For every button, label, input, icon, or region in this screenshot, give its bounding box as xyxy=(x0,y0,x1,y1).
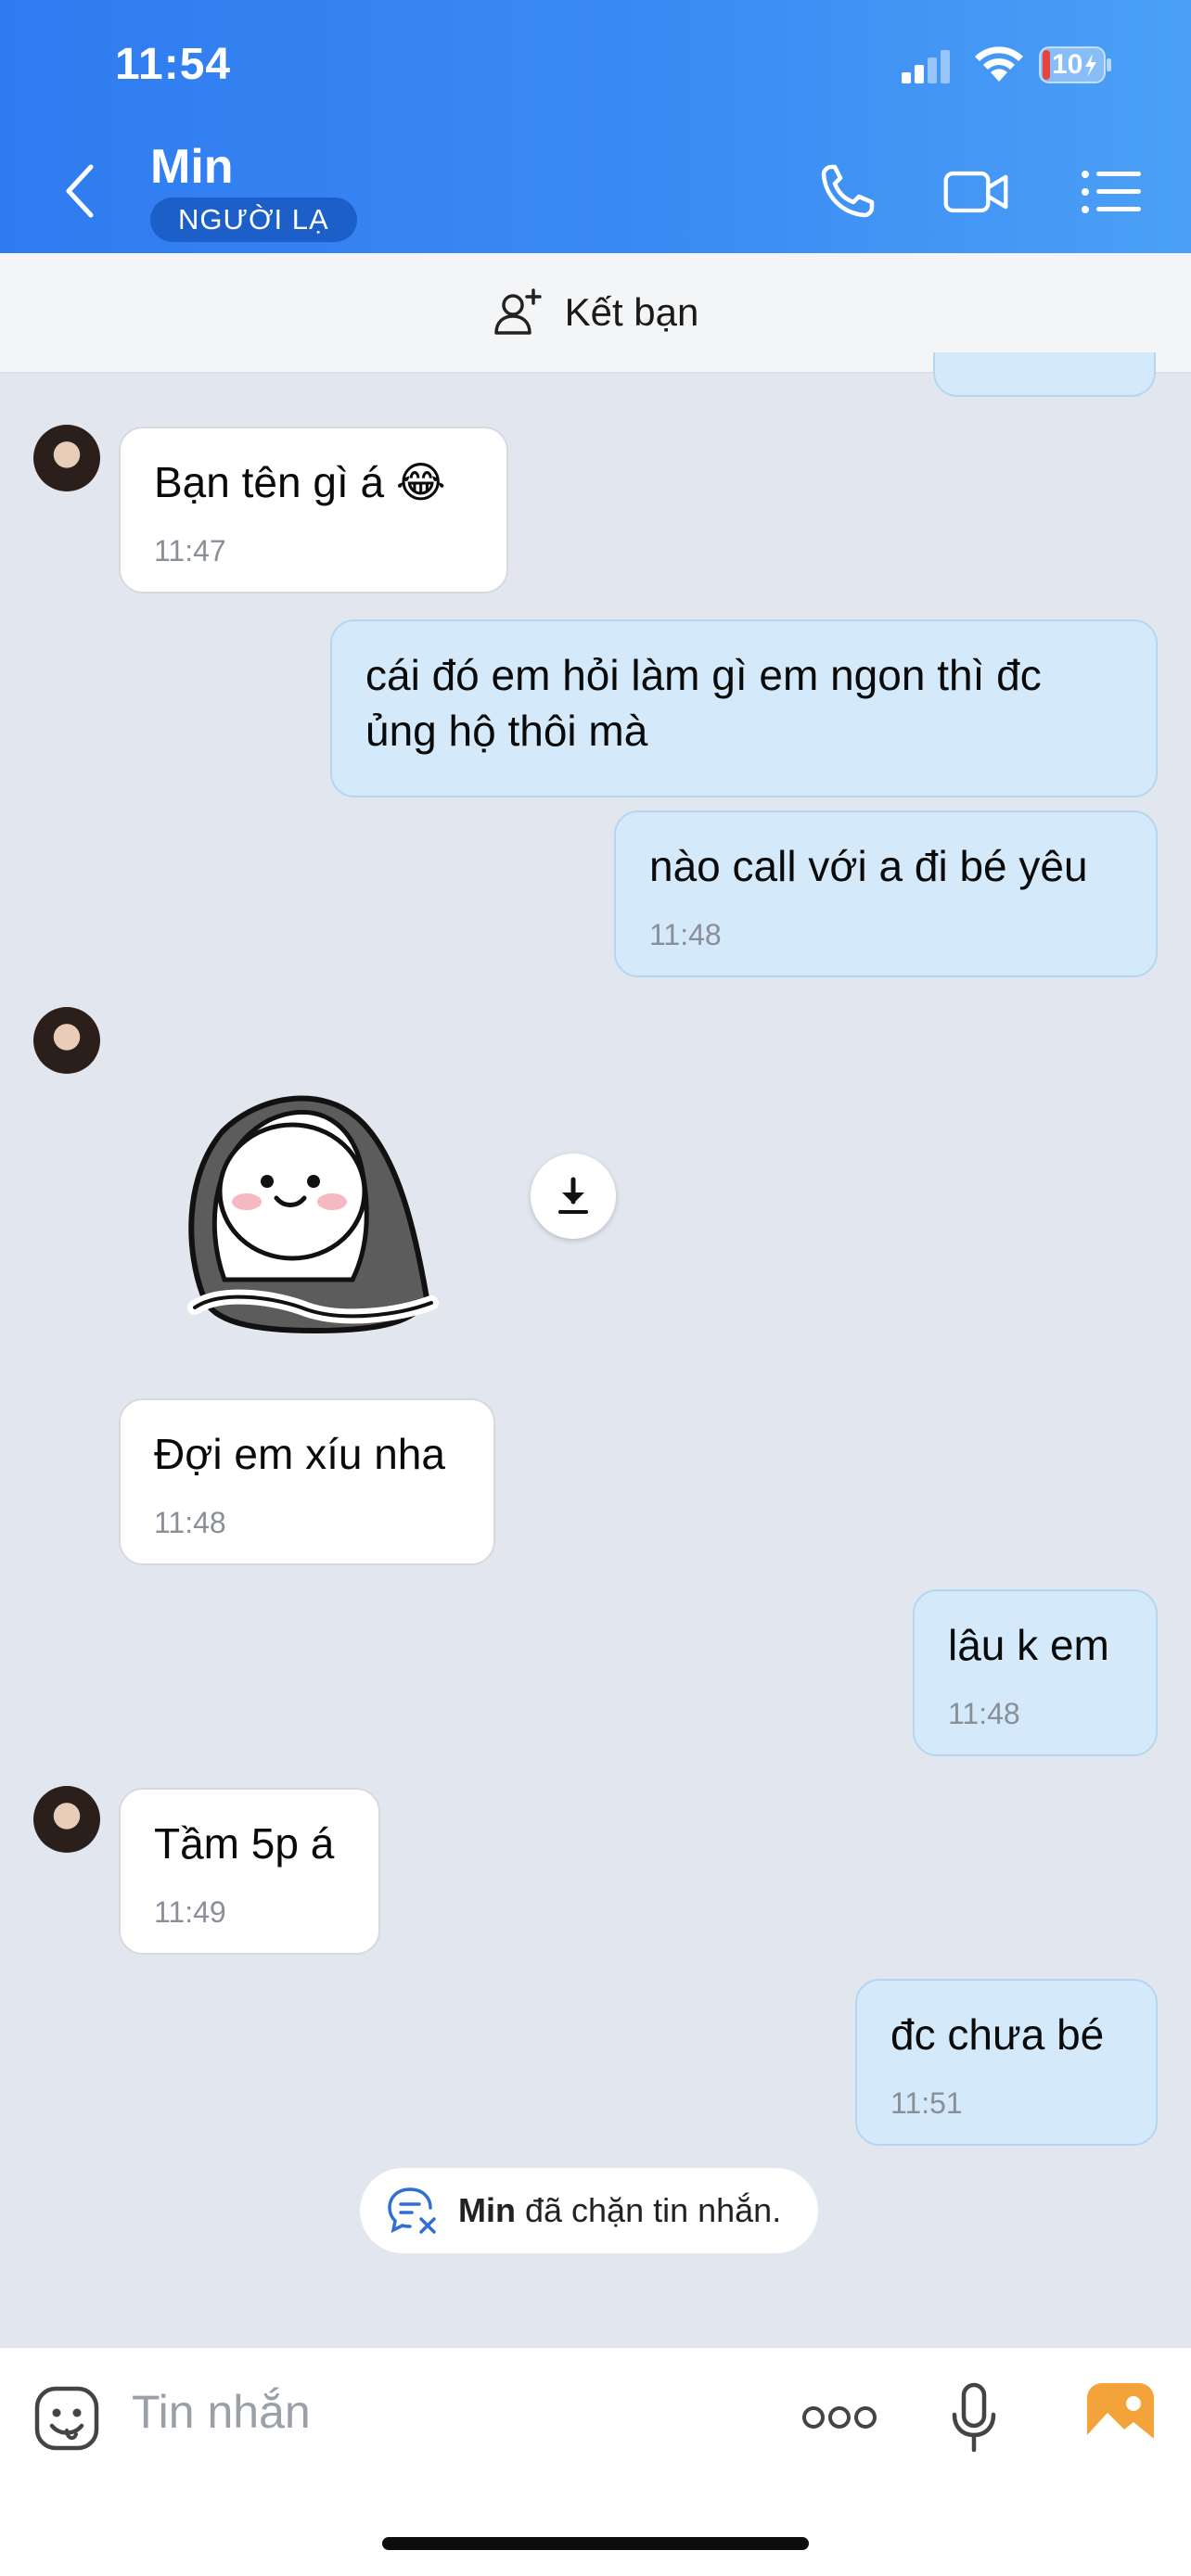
home-indicator xyxy=(382,2537,809,2550)
cellular-signal-icon xyxy=(902,50,950,83)
message-time: 11:51 xyxy=(890,2086,963,2120)
menu-list-icon[interactable] xyxy=(1076,159,1146,224)
photo-gallery-icon[interactable] xyxy=(1085,2381,1156,2452)
status-time: 11:54 xyxy=(115,40,232,89)
blocked-notice-text: Min đã chặn tin nhắn. xyxy=(458,2191,781,2230)
battery-level: 10 xyxy=(1052,49,1083,80)
chat-header: 11:54 10 Min NGƯỜI LẠ xyxy=(0,0,1191,253)
message-text: nào call với a đi bé yêu xyxy=(649,842,1088,890)
message-text: Bạn tên gì á 😂 xyxy=(154,458,446,506)
message-incoming[interactable]: Bạn tên gì á 😂 11:47 xyxy=(119,427,508,593)
message-incoming[interactable]: Đợi em xíu nha 11:48 xyxy=(119,1398,495,1565)
contact-avatar[interactable] xyxy=(33,425,100,491)
message-time: 11:48 xyxy=(154,1506,226,1539)
microphone-icon[interactable] xyxy=(950,2381,998,2455)
stranger-badge: NGƯỜI LẠ xyxy=(150,198,357,242)
message-incoming[interactable]: Tầm 5p á 11:49 xyxy=(119,1788,380,1955)
blocked-notice: Min đã chặn tin nhắn. xyxy=(360,2168,819,2253)
message-time: 11:49 xyxy=(154,1895,226,1929)
message-outgoing[interactable]: nào call với a đi bé yêu 11:48 xyxy=(614,810,1158,977)
wifi-icon xyxy=(975,46,1023,82)
message-bubble-partial xyxy=(933,352,1156,397)
message-text: lâu k em xyxy=(948,1621,1109,1669)
blocked-message-icon xyxy=(388,2187,436,2234)
message-input[interactable]: Tin nhắn xyxy=(132,2385,311,2439)
contact-avatar[interactable] xyxy=(33,1786,100,1853)
message-outgoing[interactable]: đc chưa bé 11:51 xyxy=(855,1979,1158,2146)
message-outgoing[interactable]: cái đó em hỏi làm gì em ngon thì đc ủng … xyxy=(330,619,1158,797)
message-text: cái đó em hỏi làm gì em ngon thì đc ủng … xyxy=(365,651,1042,755)
contact-name[interactable]: Min xyxy=(150,139,234,195)
sticker-emoji-icon[interactable] xyxy=(33,2385,100,2452)
battery-icon: 10 xyxy=(1039,46,1113,83)
message-outgoing[interactable]: lâu k em 11:48 xyxy=(913,1589,1158,1756)
phone-call-icon[interactable] xyxy=(814,159,885,224)
more-options-icon[interactable] xyxy=(801,2402,877,2433)
message-text: Đợi em xíu nha xyxy=(154,1430,445,1478)
sticker-image[interactable] xyxy=(167,1066,455,1345)
message-time: 11:47 xyxy=(154,534,226,567)
contact-avatar[interactable] xyxy=(33,1007,100,1074)
back-icon[interactable] xyxy=(61,163,98,219)
message-text: đc chưa bé xyxy=(890,2010,1105,2059)
message-time: 11:48 xyxy=(948,1697,1020,1730)
download-icon xyxy=(558,1177,588,1214)
message-time: 11:48 xyxy=(649,918,722,951)
download-button[interactable] xyxy=(531,1154,616,1239)
message-text: Tầm 5p á xyxy=(154,1819,335,1868)
add-friend-label: Kết bạn xyxy=(564,290,699,334)
blocked-notice-name: Min xyxy=(458,2191,516,2229)
video-call-icon[interactable] xyxy=(941,159,1011,224)
blocked-notice-message: đã chặn tin nhắn. xyxy=(515,2191,782,2229)
add-friend-icon xyxy=(493,288,542,335)
